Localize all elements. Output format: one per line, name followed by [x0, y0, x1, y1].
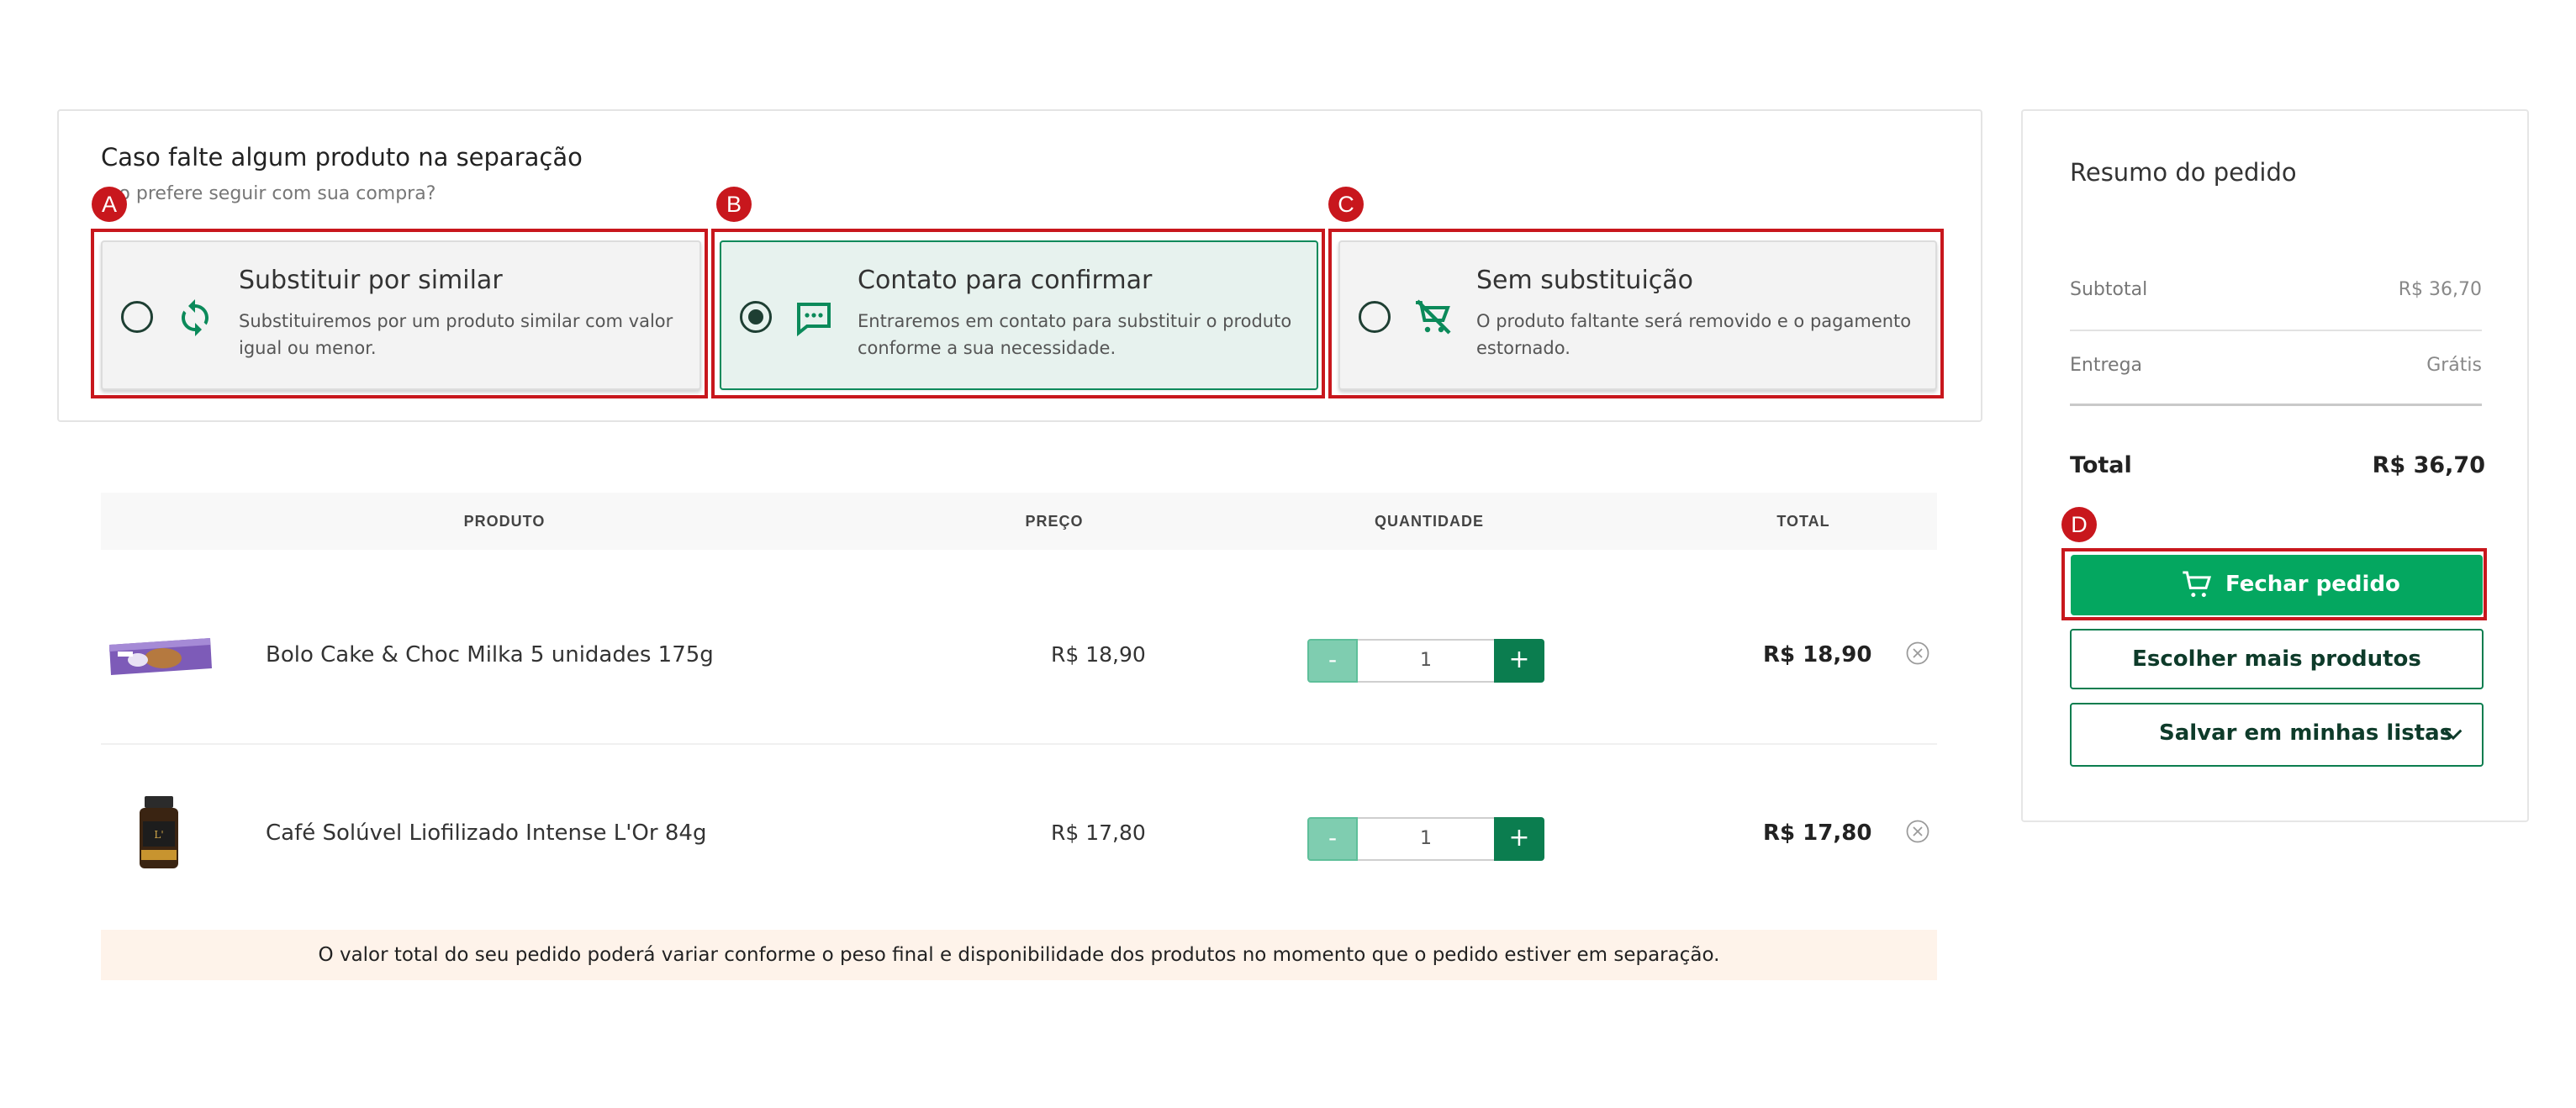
quantity-stepper: - 1 + — [1307, 639, 1544, 683]
option-title: Sem substituição — [1476, 266, 1694, 295]
product-price: R$ 18,90 — [1051, 642, 1146, 667]
cart-off-icon — [1416, 299, 1451, 335]
annotation-badge-b: B — [716, 187, 752, 222]
radio-no-substitution[interactable] — [1359, 301, 1391, 333]
option-title: Substituir por similar — [239, 266, 503, 295]
product-image-lor-coffee[interactable]: L' — [104, 779, 214, 889]
checkout-button[interactable]: Fechar pedido — [2071, 555, 2483, 615]
quantity-input[interactable]: 1 — [1358, 639, 1494, 683]
chevron-down-icon — [2444, 729, 2463, 741]
decrease-quantity-button[interactable]: - — [1307, 639, 1358, 683]
save-to-lists-label: Salvar em minhas listas — [2159, 720, 2453, 746]
header-total: TOTAL — [1776, 513, 1830, 530]
option-no-substitution[interactable]: Sem substituição O produto faltante será… — [1338, 240, 1937, 390]
summary-divider — [2070, 330, 2482, 331]
save-to-lists-button[interactable]: Salvar em minhas listas — [2070, 703, 2484, 767]
checkout-button-label: Fechar pedido — [2225, 572, 2400, 597]
substitution-subtitle: mo prefere seguir com sua compra? — [101, 183, 436, 204]
chat-icon — [797, 303, 831, 337]
row-divider — [101, 743, 1937, 745]
substitution-title: Caso falte algum produto na separação — [101, 143, 583, 171]
option-substitute-similar[interactable]: Substituir por similar Substituiremos po… — [101, 240, 701, 390]
annotation-badge-c: C — [1328, 187, 1364, 222]
option-description: O produto faltante será removido e o pag… — [1476, 311, 1912, 358]
delivery-label: Entrega — [2070, 355, 2143, 376]
header-price: PREÇO — [1025, 513, 1084, 530]
increase-quantity-button[interactable]: + — [1494, 817, 1544, 861]
product-price: R$ 17,80 — [1051, 820, 1146, 845]
decrease-quantity-button[interactable]: - — [1307, 817, 1358, 861]
quantity-input[interactable]: 1 — [1358, 817, 1494, 861]
annotation-badge-a: A — [92, 187, 127, 222]
table-header: PRODUTO PREÇO QUANTIDADE TOTAL — [101, 493, 1937, 550]
subtotal-label: Subtotal — [2070, 279, 2148, 300]
cart-icon — [2183, 571, 2212, 598]
radio-substitute-similar[interactable] — [121, 301, 153, 333]
table-row: L' Café Solúvel Liofilizado Intense L'Or… — [101, 750, 1937, 918]
remove-item-icon[interactable] — [1905, 641, 1930, 666]
product-total: R$ 18,90 — [1763, 642, 1872, 667]
annotation-badge-d: D — [2061, 507, 2097, 542]
header-quantity: QUANTIDADE — [1375, 513, 1484, 530]
choose-more-products-button[interactable]: Escolher mais produtos — [2070, 629, 2484, 689]
increase-quantity-button[interactable]: + — [1494, 639, 1544, 683]
total-label: Total — [2070, 452, 2132, 478]
quantity-stepper: - 1 + — [1307, 817, 1544, 861]
delivery-value: Grátis — [2426, 355, 2482, 376]
product-name[interactable]: Bolo Cake & Choc Milka 5 unidades 175g — [266, 642, 714, 667]
header-product: PRODUTO — [463, 513, 546, 530]
option-contact-confirm[interactable]: Contato para confirmar Entraremos em con… — [720, 240, 1318, 390]
summary-divider — [2070, 404, 2482, 406]
option-title: Contato para confirmar — [858, 266, 1153, 295]
summary-title: Resumo do pedido — [2070, 158, 2297, 187]
subtotal-value: R$ 36,70 — [2398, 279, 2482, 300]
product-name[interactable]: Café Solúvel Liofilizado Intense L'Or 84… — [266, 820, 706, 846]
product-total: R$ 17,80 — [1763, 820, 1872, 846]
product-image-milka[interactable] — [104, 601, 214, 710]
radio-contact-confirm[interactable] — [740, 301, 772, 333]
total-value: R$ 36,70 — [2372, 452, 2485, 478]
refresh-icon — [182, 299, 209, 336]
table-row: Bolo Cake & Choc Milka 5 unidades 175g R… — [101, 572, 1937, 740]
remove-item-icon[interactable] — [1905, 819, 1930, 844]
svg-text:L': L' — [154, 829, 163, 841]
price-variation-notice: O valor total do seu pedido poderá varia… — [101, 930, 1937, 980]
option-description: Entraremos em contato para substituir o … — [858, 311, 1292, 358]
option-description: Substituiremos por um produto similar co… — [239, 311, 673, 358]
radio-selected-dot — [748, 309, 763, 324]
